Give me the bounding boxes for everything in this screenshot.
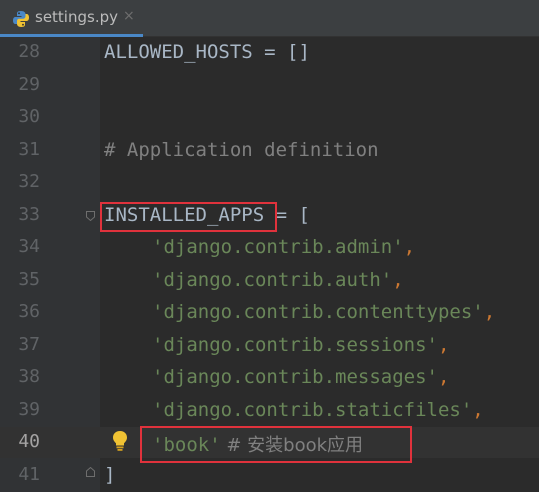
code-line: 35 'django.contrib.auth', — [0, 265, 539, 297]
code-text: 'django.contrib.messages', — [152, 366, 449, 388]
code-line: 30 — [0, 102, 539, 134]
comma: , — [437, 366, 450, 388]
line-number: 34 — [18, 236, 40, 257]
installed-apps-highlight — [100, 202, 277, 232]
code-line: 38 'django.contrib.messages', — [0, 362, 539, 394]
comment-text: # Application definition — [104, 139, 379, 161]
code-text: 'django.contrib.admin', — [152, 236, 415, 258]
code-line: 32 — [0, 167, 539, 199]
comma: , — [437, 334, 450, 356]
line-number: 35 — [18, 269, 40, 290]
comma: , — [392, 269, 404, 291]
line-number: 31 — [18, 139, 40, 160]
string-literal: 'django.contrib.contenttypes' — [152, 301, 484, 323]
line-number: 41 — [18, 464, 40, 485]
code-line: 37 'django.contrib.sessions', — [0, 330, 539, 362]
code-line: 41 ] — [0, 460, 539, 492]
line-number: 32 — [18, 171, 40, 192]
comma: , — [483, 301, 496, 323]
fold-collapse-icon[interactable] — [86, 211, 95, 221]
code-line: 36 'django.contrib.contenttypes', — [0, 297, 539, 329]
line-number: 28 — [18, 41, 40, 62]
string-literal: 'django.contrib.auth' — [152, 269, 393, 291]
line-number: 37 — [18, 334, 40, 355]
code-text: ] — [104, 464, 116, 486]
line-number: 36 — [18, 301, 40, 322]
code-line: 29 — [0, 70, 539, 102]
close-icon[interactable]: × — [123, 8, 135, 24]
lightbulb-icon[interactable] — [111, 430, 129, 452]
code-line: 31 # Application definition — [0, 135, 539, 167]
code-line: 34 'django.contrib.admin', — [0, 232, 539, 264]
code-line: 39 'django.contrib.staticfiles', — [0, 395, 539, 427]
code-text: 'django.contrib.sessions', — [152, 334, 449, 356]
line-number: 39 — [18, 399, 40, 420]
code-text: 'django.contrib.staticfiles', — [152, 399, 484, 421]
python-file-icon — [13, 11, 29, 27]
line-number: 33 — [18, 204, 40, 225]
string-literal: 'django.contrib.messages' — [152, 366, 438, 388]
line-number: 38 — [18, 366, 40, 387]
tab-filename: settings.py — [35, 8, 118, 26]
code-text: ALLOWED_HOSTS = [] — [104, 41, 310, 63]
tab-settings-py[interactable]: settings.py × — [0, 0, 143, 37]
code-text: 'django.contrib.auth', — [152, 269, 404, 291]
string-literal: 'django.contrib.sessions' — [152, 334, 438, 356]
code-line: 28 ALLOWED_HOSTS = [] — [0, 37, 539, 69]
comma: , — [472, 399, 484, 421]
editor-tab-bar: settings.py × — [0, 0, 539, 37]
book-app-highlight — [140, 426, 412, 463]
code-text: 'django.contrib.contenttypes', — [152, 301, 495, 323]
line-number: 30 — [18, 106, 40, 127]
string-literal: 'django.contrib.staticfiles' — [152, 399, 473, 421]
string-literal: 'django.contrib.admin' — [152, 236, 404, 258]
fold-end-icon[interactable] — [86, 467, 95, 477]
line-number: 29 — [18, 74, 40, 95]
line-number: 40 — [18, 431, 40, 452]
comma: , — [403, 236, 416, 258]
